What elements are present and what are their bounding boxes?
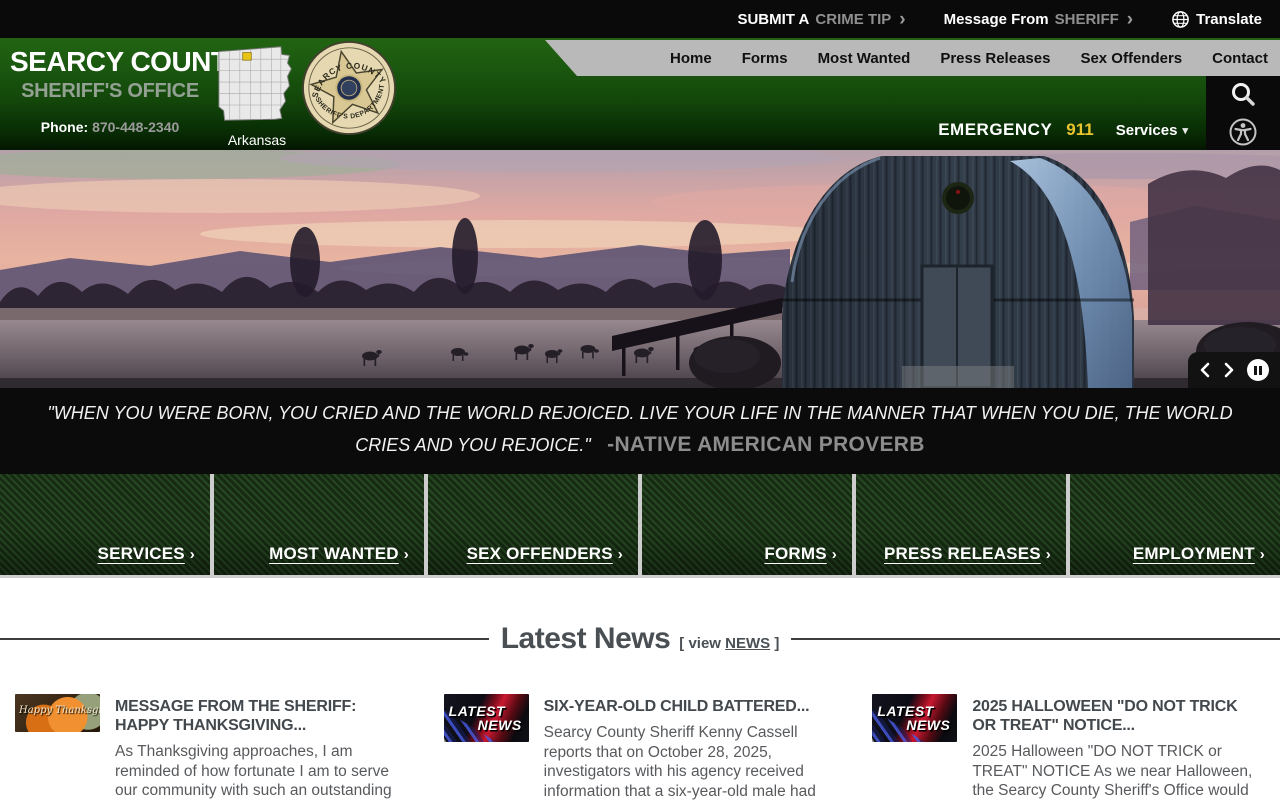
main-nav: Home Forms Most Wanted Press Releases Se… (545, 40, 1280, 76)
message-from-sheriff-link[interactable]: Message From SHERIFF › (944, 10, 1134, 29)
tile-most-wanted[interactable]: MOST WANTED › (214, 474, 424, 575)
utility-box (1206, 76, 1280, 150)
news-card: LATEST NEWS SIX-YEAR-OLD CHILD BATTERED.… (444, 694, 837, 800)
news-title-link[interactable]: 2025 HALLOWEEN "DO NOT TRICK OR TREAT" N… (972, 697, 1265, 735)
emergency-label: EMERGENCY (938, 120, 1052, 140)
site-logo-link[interactable]: SEARCY COUNTY SHERIFF'S OFFICE Phone: 87… (10, 46, 210, 135)
heading-rule-right (791, 638, 1280, 640)
emergency-row: EMERGENCY 911 Services ▾ (938, 120, 1188, 140)
carousel-controls (1188, 352, 1280, 388)
tile-employment[interactable]: EMPLOYMENT › (1070, 474, 1280, 575)
phone-line: Phone: 870-448-2340 (10, 119, 210, 135)
news-excerpt: 2025 Halloween "DO NOT TRICK or TREAT" N… (972, 742, 1265, 800)
news-card: Happy Thanksgiving MESSAGE FROM THE SHER… (15, 694, 408, 800)
quote-band: "WHEN YOU WERE BORN, YOU CRIED AND THE W… (0, 388, 1280, 474)
hero-slideshow (0, 150, 1280, 388)
chevron-right-icon: › (1127, 10, 1133, 29)
submit-prefix: SUBMIT A (737, 11, 809, 28)
top-utility-bar: SUBMIT A CRIME TIP › Message From SHERIF… (0, 0, 1280, 38)
news-title-link[interactable]: SIX-YEAR-OLD CHILD BATTERED... (544, 697, 837, 716)
nav-item-press-releases[interactable]: Press Releases (940, 50, 1050, 67)
news-title-link[interactable]: MESSAGE FROM THE SHERIFF: HAPPY THANKSGI… (115, 697, 408, 735)
nav-item-sex-offenders[interactable]: Sex Offenders (1080, 50, 1182, 67)
submit-crime-tip-link[interactable]: SUBMIT A CRIME TIP › (737, 10, 905, 29)
carousel-pause-button[interactable] (1247, 359, 1269, 381)
submit-accent: CRIME TIP (815, 11, 891, 28)
sheriff-badge-logo: SEARCY COUNTY SHERIFF'S DEPARTMENT (291, 30, 407, 146)
chevron-right-icon: › (1260, 546, 1265, 563)
tile-label: SEX OFFENDERS (467, 544, 613, 563)
chevron-right-icon: › (618, 546, 623, 563)
news-cards: Happy Thanksgiving MESSAGE FROM THE SHER… (0, 694, 1280, 800)
chevron-right-icon: › (190, 546, 195, 563)
latest-news-section: Latest News [ view NEWS ] Happy Thanksgi… (0, 578, 1280, 800)
view-suffix: ] (774, 635, 779, 652)
phone-label: Phone: (41, 119, 88, 135)
accessibility-button[interactable] (1228, 117, 1258, 147)
arkansas-map-image (213, 43, 301, 125)
news-excerpt: Searcy County Sheriff Kenny Cassell repo… (544, 723, 837, 800)
thumbnail-caption: NEWS (906, 717, 950, 733)
thumbnail-caption: NEWS (478, 717, 522, 733)
hero-barn-sunset-image (0, 150, 1280, 388)
page: SUBMIT A CRIME TIP › Message From SHERIF… (0, 0, 1280, 800)
news-card: LATEST NEWS 2025 HALLOWEEN "DO NOT TRICK… (872, 694, 1265, 800)
chevron-right-icon: › (404, 546, 409, 563)
nav-item-contact[interactable]: Contact (1212, 50, 1268, 67)
phone-number: 870-448-2340 (92, 119, 179, 135)
tile-forms[interactable]: FORMS › (642, 474, 852, 575)
view-news-wrap: [ view NEWS ] (679, 635, 779, 652)
news-heading: Latest News [ view NEWS ] (0, 622, 1280, 656)
site-subtitle: SHERIFF'S OFFICE (10, 80, 210, 103)
globe-icon (1171, 10, 1190, 29)
news-section-title: Latest News (501, 622, 671, 656)
nav-item-home[interactable]: Home (670, 50, 712, 67)
chevron-down-icon: ▾ (1182, 124, 1188, 137)
quote-attribution: -NATIVE AMERICAN PROVERB (607, 433, 925, 456)
site-header: SEARCY COUNTY SHERIFF'S OFFICE Phone: 87… (0, 38, 1280, 150)
nav-item-most-wanted[interactable]: Most Wanted (818, 50, 911, 67)
services-label: Services (1116, 122, 1178, 139)
map-state-label: Arkansas (212, 132, 302, 148)
news-thumbnail-latest-news[interactable]: LATEST NEWS (872, 694, 957, 742)
tile-press-releases[interactable]: PRESS RELEASES › (856, 474, 1066, 575)
thumbnail-caption: Happy Thanksgiving (19, 705, 100, 716)
nav-item-forms[interactable]: Forms (742, 50, 788, 67)
searcy-county-highlight (243, 53, 252, 61)
carousel-next-button[interactable] (1223, 362, 1235, 378)
translate-label: Translate (1196, 11, 1262, 28)
chevron-right-icon: › (1046, 546, 1051, 563)
tile-label: FORMS (764, 544, 826, 563)
site-title: SEARCY COUNTY (10, 46, 210, 78)
news-thumbnail-latest-news[interactable]: LATEST NEWS (444, 694, 529, 742)
news-thumbnail-thanksgiving[interactable]: Happy Thanksgiving (15, 694, 100, 732)
tile-label: SERVICES (98, 544, 185, 563)
services-dropdown[interactable]: Services ▾ (1116, 122, 1188, 139)
search-button[interactable] (1228, 80, 1258, 110)
search-icon (1229, 81, 1257, 109)
view-news-link[interactable]: NEWS (725, 635, 770, 652)
heading-rule-left (0, 638, 489, 640)
chevron-right-icon: › (832, 546, 837, 563)
tile-label: MOST WANTED (269, 544, 399, 563)
view-prefix: [ view (679, 635, 721, 652)
quick-links-row: SERVICES › MOST WANTED › SEX OFFENDERS › FO… (0, 474, 1280, 578)
emergency-number: 911 (1066, 120, 1093, 140)
news-excerpt: As Thanksgiving approaches, I am reminde… (115, 742, 408, 800)
translate-button[interactable]: Translate (1171, 10, 1262, 29)
tile-label: EMPLOYMENT (1133, 544, 1255, 563)
tile-label: PRESS RELEASES (884, 544, 1041, 563)
carousel-prev-button[interactable] (1199, 362, 1211, 378)
tile-services[interactable]: SERVICES › (0, 474, 210, 575)
message-accent: SHERIFF (1055, 11, 1119, 28)
chevron-right-icon: › (899, 10, 905, 29)
arkansas-county-map: Arkansas (212, 43, 302, 148)
tile-sex-offenders[interactable]: SEX OFFENDERS › (428, 474, 638, 575)
accessibility-icon (1228, 117, 1258, 147)
message-prefix: Message From (944, 11, 1049, 28)
